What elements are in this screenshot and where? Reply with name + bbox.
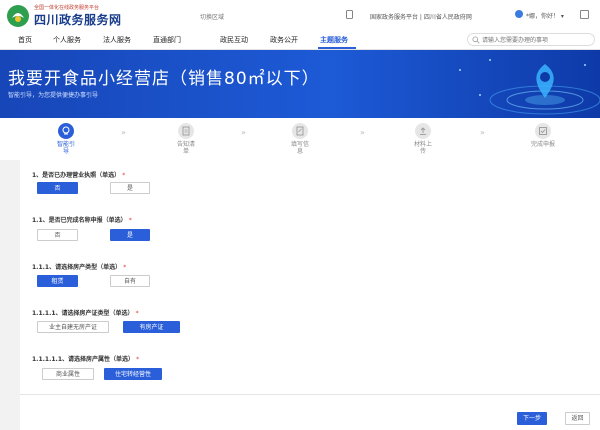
nav-personal[interactable]: 个人服务 — [53, 35, 81, 45]
step-label: 智能引 导 — [56, 141, 75, 155]
option-no[interactable]: 否 — [37, 229, 78, 241]
option-commercial[interactable]: 商业属性 — [42, 368, 94, 380]
step-label: 告知清 单 — [176, 141, 195, 155]
step-guide[interactable]: 智能引 导 — [46, 123, 86, 155]
step-upload[interactable]: 材料上 传 — [403, 123, 443, 155]
step-arrow-icon: » — [480, 128, 485, 137]
progress-steps: 智能引 导 » 告知清 单 » 填写信 息 » 材料上 传 » 完成申报 — [0, 118, 600, 160]
search-box[interactable] — [467, 33, 595, 46]
mobile-icon[interactable] — [345, 10, 354, 19]
option-no[interactable]: 否 — [37, 182, 78, 194]
question-1: 1、是否已办理营业执照（单选） * — [32, 172, 126, 179]
complete-icon — [539, 127, 547, 135]
page-banner: 我要开食品小经营店（销售80㎡以下） 智能引导，为您提供便捷办事引导 — [0, 50, 600, 118]
nav-corporate[interactable]: 法人服务 — [103, 35, 131, 45]
option-yes[interactable]: 是 — [110, 182, 150, 194]
nav-active-indicator — [318, 47, 356, 49]
step-complete[interactable]: 完成申报 — [523, 123, 563, 148]
user-avatar[interactable] — [515, 10, 523, 18]
question-1-1: 1.1、是否已完成名称申报（单选） * — [32, 217, 132, 224]
logo-icon — [7, 5, 29, 27]
nav-theme-services[interactable]: 主题服务 — [320, 35, 348, 45]
region-switch[interactable]: 切换区域 — [200, 12, 224, 21]
header-links[interactable]: 国家政务服务平台 | 四川省人民政府网 — [370, 12, 472, 21]
back-button[interactable]: 返回 — [565, 412, 590, 425]
nav-departments[interactable]: 直通部门 — [153, 35, 181, 45]
step-arrow-icon: » — [121, 128, 126, 137]
step-arrow-icon: » — [360, 128, 365, 137]
page-title: 我要开食品小经营店（销售80㎡以下） — [8, 69, 320, 89]
step-label: 完成申报 — [530, 141, 555, 148]
question-1-1-1: 1.1.1、请选择房产类型（单选） * — [32, 264, 127, 271]
message-icon[interactable] — [580, 10, 589, 19]
step-notice-list[interactable]: 告知清 单 — [166, 123, 206, 155]
option-yes[interactable]: 是 — [110, 229, 150, 241]
divider — [20, 394, 600, 395]
brand-title[interactable]: 四川政务服务网 — [34, 11, 122, 28]
option-residential-to-business[interactable]: 住宅转经营性 — [104, 368, 162, 380]
option-no-certificate[interactable]: 业主自建无房产证 — [37, 321, 109, 333]
brand-tagline: 全国一体化在线政务服务平台 — [34, 5, 100, 11]
search-input[interactable] — [482, 35, 592, 45]
nav-interaction[interactable]: 政民互动 — [220, 35, 248, 45]
option-has-certificate[interactable]: 有房产证 — [123, 321, 180, 333]
nav-public-affairs[interactable]: 政务公开 — [270, 35, 298, 45]
step-label: 填写信 息 — [290, 141, 309, 155]
next-button[interactable]: 下一步 — [517, 412, 547, 425]
form-icon — [296, 126, 304, 136]
step-label: 材料上 传 — [413, 141, 432, 155]
list-icon — [182, 126, 190, 136]
nav-home[interactable]: 首页 — [18, 35, 32, 45]
step-arrow-icon: » — [241, 128, 246, 137]
step-fill-info[interactable]: 填写信 息 — [280, 123, 320, 155]
top-header: 全国一体化在线政务服务平台 四川政务服务网 切换区域 国家政务服务平台 | 四川… — [0, 0, 600, 30]
option-rent[interactable]: 租赁 — [37, 275, 78, 287]
option-owned[interactable]: 自有 — [110, 275, 150, 287]
question-1-1-1-1-1: 1.1.1.1.1、请选择房产属性（单选） * — [32, 356, 140, 363]
map-pin-illustration — [459, 59, 600, 115]
user-greeting[interactable]: *娜，你好！ ▾ — [526, 11, 564, 20]
upload-icon — [420, 127, 426, 135]
question-1-1-1-1: 1.1.1.1、请选择房产证类型（单选） * — [32, 310, 139, 317]
banner-subtitle: 智能引导，为您提供便捷办事引导 — [8, 92, 99, 99]
search-icon — [472, 36, 480, 44]
guide-form: 1、是否已办理营业执照（单选） * 否 是 1.1、是否已完成名称申报（单选） … — [20, 160, 600, 430]
guide-icon — [62, 126, 70, 135]
